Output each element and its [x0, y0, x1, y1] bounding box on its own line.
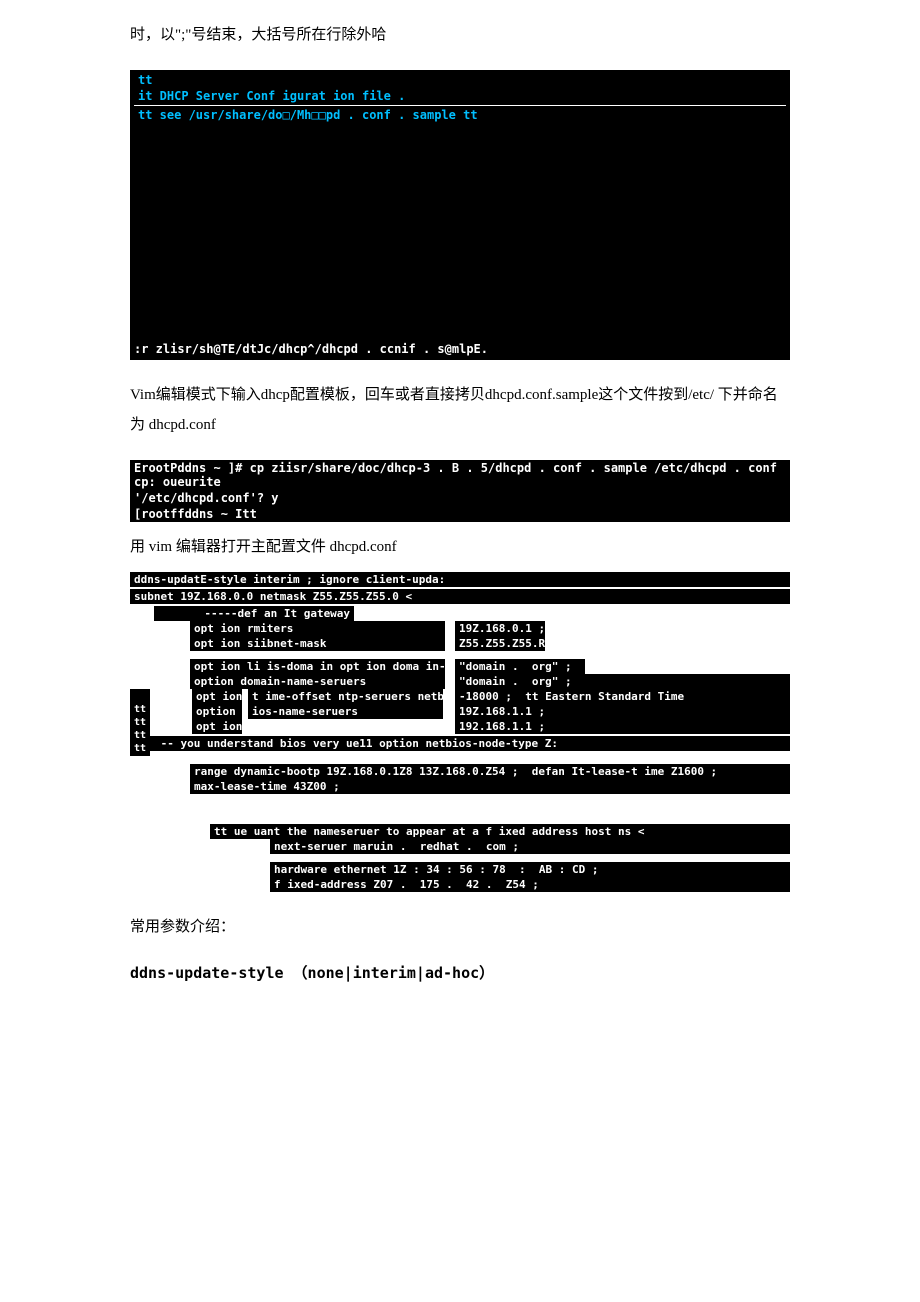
- config-value: 19Z.168.0.1 ;: [455, 621, 545, 636]
- config-block: ddns-updatE-style interim ; ignore c1ien…: [130, 572, 790, 892]
- config-line: subnet 19Z.168.0.0 netmask Z55.Z55.Z55.0…: [130, 589, 790, 604]
- config-side-tt: tt tt tt tt tt: [130, 689, 150, 756]
- terminal-line: '/etc/dhcpd.conf'? y: [130, 490, 790, 506]
- terminal-line: ErootPddns ~ ]# cp ziisr/share/doc/dhcp-…: [130, 460, 790, 490]
- terminal-bottom-line: :r zlisr/sh@TE/dtJc/dhcp^/dhcpd . ccnif …: [130, 340, 790, 358]
- config-label: option: [192, 704, 242, 719]
- paragraph-1: 时，以";"号结束，大括号所在行除外哈: [130, 20, 790, 50]
- config-label: opt ion rmiters: [190, 621, 445, 636]
- terminal-line: tt see /usr/share/do□/Mh□□pd . conf . sa…: [134, 107, 786, 123]
- config-value: "domain . org" ;: [455, 659, 585, 674]
- paragraph-3: 用 vim 编辑器打开主配置文件 dhcpd.conf: [130, 532, 790, 562]
- section-heading: ddns-update-style （none|interim|ad-hoc）: [130, 962, 790, 983]
- terminal-line: it DHCP Server Conf igurat ion file .: [134, 88, 786, 104]
- config-label: option domain-name-seruers: [190, 674, 445, 689]
- terminal-block-2: ErootPddns ~ ]# cp ziisr/share/doc/dhcp-…: [130, 460, 790, 522]
- terminal-line: tt: [134, 72, 786, 88]
- config-line: ddns-updatE-style interim ; ignore c1ien…: [130, 572, 790, 587]
- config-value: 19Z.168.1.1 ;: [455, 704, 790, 719]
- config-label: opt ion: [192, 689, 242, 704]
- config-sublabel: ios-name-seruers: [248, 704, 443, 719]
- config-label: opt ion siibnet-mask: [190, 636, 445, 651]
- config-line: max-lease-time 43Z00 ;: [190, 779, 790, 794]
- config-value: "domain . org" ;: [455, 674, 790, 689]
- config-value: -18000 ; tt Eastern Standard Time: [455, 689, 790, 704]
- config-line: hardware ethernet 1Z : 34 : 56 : 78 : AB…: [270, 862, 790, 877]
- config-sublabel: t ime-offset ntp-seruers netb: [248, 689, 443, 704]
- terminal-line: [rootffddns ~ Itt: [130, 506, 790, 522]
- config-line: -----def an It gateway: [154, 606, 354, 621]
- paragraph-2: Vim编辑模式下输入dhcp配置模板，回车或者直接拷贝dhcpd.conf.sa…: [130, 380, 790, 440]
- config-line: range dynamic-bootp 19Z.168.0.1Z8 13Z.16…: [190, 764, 790, 779]
- config-line: f ixed-address Z07 . 175 . 42 . Z54 ;: [270, 877, 790, 892]
- paragraph-4: 常用参数介绍：: [130, 912, 790, 942]
- config-line: tt ue uant the nameseruer to appear at a…: [210, 824, 790, 839]
- config-line: -- you understand bios very ue11 option …: [150, 736, 790, 751]
- config-line: next-seruer maruin . redhat . com ;: [270, 839, 790, 854]
- config-label: opt ion: [192, 719, 242, 734]
- terminal-block-1: tt it DHCP Server Conf igurat ion file .…: [130, 70, 790, 360]
- config-value: 192.168.1.1 ;: [455, 719, 790, 734]
- config-value: Z55.Z55.Z55.R .: [455, 636, 545, 651]
- config-label: opt ion li is-doma in opt ion doma in-na…: [190, 659, 445, 674]
